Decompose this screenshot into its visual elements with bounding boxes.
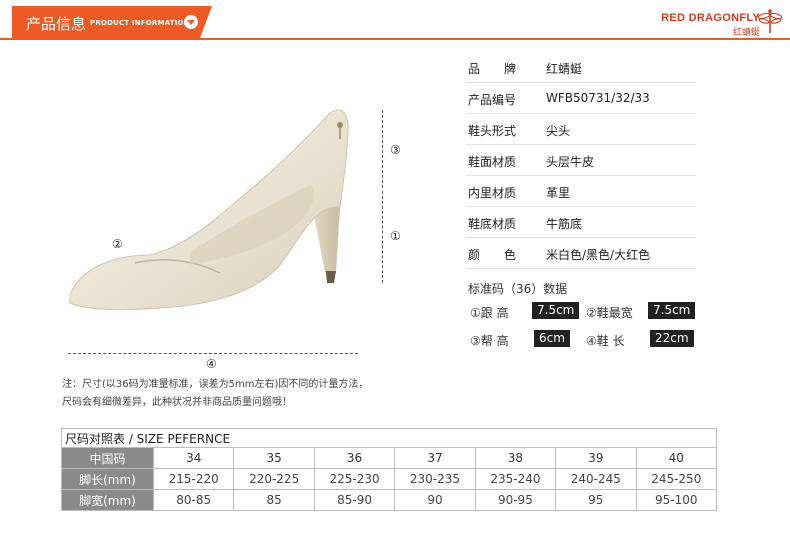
spec-key: 内里材质 — [468, 186, 517, 200]
spec-row-brand: 品 牌 红蜻蜓 — [466, 52, 696, 83]
brand-name-cn: 红蜻蜓 — [732, 28, 760, 38]
dim-line-heel-height — [382, 191, 383, 283]
size-cell: 34 — [152, 447, 235, 469]
length-cell: 220-225 — [233, 468, 315, 490]
size-cell: 36 — [313, 447, 396, 469]
size-cell: 37 — [394, 447, 476, 469]
spec-row-color: 颜 色 米白色/黑色/大红色 — [466, 238, 696, 269]
table-caption: 尺码对照表 / SIZE PEFERNCE — [61, 428, 717, 448]
spec-key: 颜 色 — [468, 248, 517, 262]
width-cell: 95-100 — [635, 489, 718, 511]
size-cell: 40 — [635, 447, 718, 469]
std-value-width: 7.5cm — [648, 302, 696, 319]
spec-row-sole: 鞋底材质 牛筋底 — [466, 207, 696, 238]
header-bar: 产品信息 PRODUCT INFORMATION RED DRAGONFLY 红… — [0, 0, 790, 44]
dim-line-upper-height — [382, 110, 383, 188]
table-caption-row: 尺码对照表 / SIZE PEFERNCE — [61, 428, 717, 448]
row-header-width: 脚宽(mm) — [61, 489, 154, 511]
length-cell: 240-245 — [555, 468, 637, 490]
width-cell: 90 — [394, 489, 476, 511]
length-cell: 215-220 — [152, 468, 235, 490]
measurement-note: 注：尺寸(以36码为准量标准，误差为5mm左右)因不同的计量方法， 尺码会有细微… — [62, 376, 368, 412]
header-divider — [0, 38, 790, 40]
table-row: 脚宽(mm) 80-85 85 85-90 90 90-95 95 95-100 — [61, 489, 718, 511]
spec-key: 产品编号 — [468, 93, 517, 107]
width-cell: 85 — [233, 489, 315, 511]
spec-value: 牛筋底 — [546, 217, 583, 231]
spec-key: 鞋面材质 — [468, 155, 517, 169]
length-cell: 225-230 — [313, 468, 396, 490]
spec-value: 头层牛皮 — [546, 155, 595, 169]
table-row: 脚长(mm) 215-220 220-225 225-230 230-235 2… — [61, 468, 718, 490]
std-label-heel: ①跟 高 — [470, 306, 509, 320]
section-title: 产品信息 — [26, 15, 87, 33]
spec-row-toe: 鞋头形式 尖头 — [466, 114, 696, 145]
row-header-length: 脚长(mm) — [61, 468, 154, 490]
std-value-heel: 7.5cm — [532, 302, 580, 319]
note-line-1: 注：尺寸(以36码为准量标准，误差为5mm左右)因不同的计量方法， — [62, 379, 369, 390]
brand-name-en: RED DRAGONFLY — [661, 12, 760, 24]
dim-label-heel-height: ① — [390, 229, 401, 243]
dim-line-length — [68, 353, 358, 354]
length-cell: 230-235 — [394, 468, 476, 490]
product-image: ③ ① ② ④ — [40, 95, 401, 371]
size-cell: 35 — [233, 447, 315, 469]
spec-row-upper: 鞋面材质 头层牛皮 — [466, 145, 696, 176]
spec-value: 米白色/黑色/大红色 — [546, 248, 651, 262]
section-subtitle: PRODUCT INFORMATION — [90, 19, 190, 27]
row-header-size: 中国码 — [61, 447, 154, 469]
spec-list: 品 牌 红蜻蜓 产品编号 WFB50731/32/33 鞋头形式 尖头 鞋面材质… — [466, 52, 696, 269]
size-cell: 38 — [474, 447, 557, 469]
dragonfly-icon — [758, 9, 782, 33]
size-cell: 39 — [555, 447, 637, 469]
shoe-illustration — [69, 109, 349, 311]
section-tab: 产品信息 PRODUCT INFORMATION — [12, 6, 212, 38]
std-value-upper: 6cm — [534, 330, 570, 347]
std-label-width: ②鞋最宽 — [586, 306, 633, 320]
note-line-2: 尺码会有细微差异，此种状况并非商品质量问题哦！ — [62, 397, 292, 408]
length-cell: 235-240 — [474, 468, 557, 490]
spec-row-lining: 内里材质 革里 — [466, 176, 696, 207]
spec-key: 鞋底材质 — [468, 217, 517, 231]
spec-value: WFB50731/32/33 — [546, 91, 650, 105]
spec-row-model: 产品编号 WFB50731/32/33 — [466, 83, 696, 114]
spec-value: 革里 — [546, 186, 571, 200]
width-cell: 85-90 — [313, 489, 396, 511]
dim-label-upper-height: ③ — [390, 143, 401, 157]
chevron-down-icon — [184, 15, 198, 29]
width-cell: 80-85 — [152, 489, 235, 511]
size-reference-table: 尺码对照表 / SIZE PEFERNCE 中国码 34 35 36 37 38… — [61, 428, 718, 511]
std-value-length: 22cm — [650, 330, 694, 347]
standard-size-title: 标准码（36）数据 — [468, 282, 568, 296]
width-cell: 90-95 — [474, 489, 557, 511]
dim-label-width: ② — [112, 237, 123, 251]
spec-value: 红蜻蜓 — [546, 62, 583, 76]
table-row: 中国码 34 35 36 37 38 39 40 — [61, 447, 718, 469]
spec-key: 鞋头形式 — [468, 124, 517, 138]
width-cell: 95 — [555, 489, 637, 511]
std-label-length: ④鞋 长 — [586, 334, 625, 348]
spec-value: 尖头 — [546, 124, 571, 138]
length-cell: 245-250 — [635, 468, 718, 490]
brand-logo: RED DRAGONFLY 红蜻蜓 — [661, 12, 760, 38]
spec-key: 品 牌 — [468, 62, 517, 76]
dim-label-length: ④ — [206, 357, 217, 371]
std-label-upper: ③帮 高 — [470, 334, 509, 348]
